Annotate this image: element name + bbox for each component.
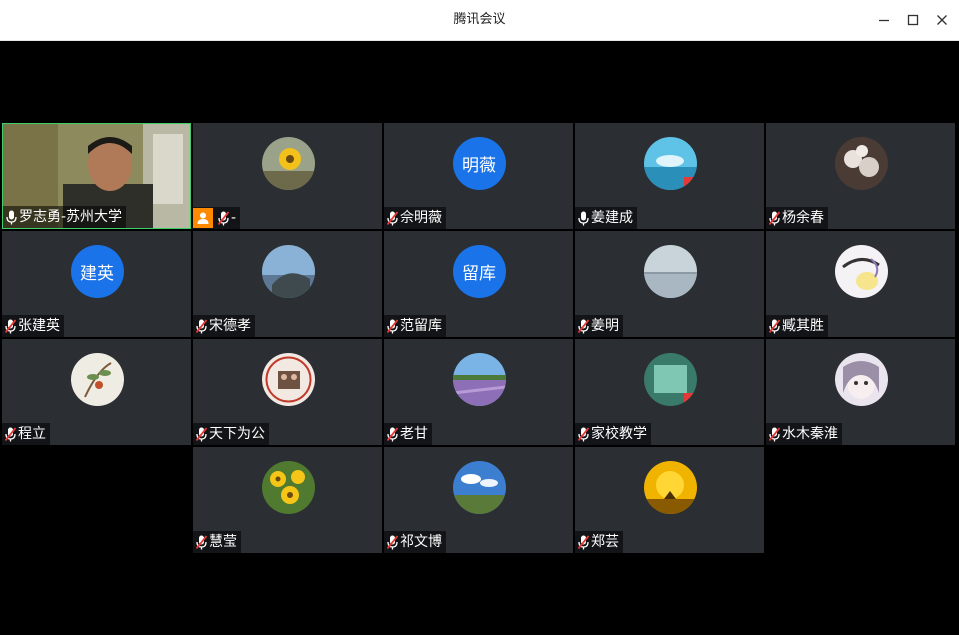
participant-name: 水木秦淮	[782, 426, 838, 442]
participant-tile[interactable]: 姜建成	[575, 123, 764, 229]
participant-avatar	[261, 137, 315, 190]
participant-name: 杨余春	[782, 210, 824, 226]
participant-name: 姜建成	[591, 210, 633, 226]
mic-muted-icon	[576, 317, 591, 335]
participant-name: 郑芸	[591, 534, 619, 550]
mic-muted-icon	[385, 209, 400, 227]
participant-name: 祁文博	[400, 534, 442, 550]
participant-name: 罗志勇-苏州大学	[19, 209, 123, 225]
participant-tile[interactable]: 天下为公	[193, 339, 382, 445]
participant-namebar: 程立	[2, 423, 50, 445]
participant-name: 慧莹	[209, 534, 237, 550]
participant-tile[interactable]: 留库范留库	[384, 231, 573, 337]
participant-namebar: -	[193, 207, 241, 229]
participant-name: 宋德孝	[209, 318, 251, 334]
participant-tile[interactable]: 建英张建英	[2, 231, 191, 337]
participant-tile[interactable]: 慧莹	[193, 447, 382, 553]
participant-name: -	[231, 210, 237, 226]
window-title: 腾讯会议	[453, 12, 506, 27]
mic-muted-icon	[3, 317, 18, 335]
participant-namebar: 天下为公	[193, 423, 269, 445]
participant-tile[interactable]: 杨余春	[766, 123, 955, 229]
participant-avatar	[452, 461, 506, 514]
participant-name: 张建英	[18, 318, 60, 334]
participant-name: 老甘	[400, 426, 428, 442]
participant-avatar	[643, 353, 697, 406]
mic-muted-icon	[385, 533, 400, 551]
participant-tile[interactable]: 姜明	[575, 231, 764, 337]
participant-namebar: 郑芸	[575, 531, 623, 553]
mic-muted-icon	[767, 209, 782, 227]
participant-tile[interactable]: 家校教学	[575, 339, 764, 445]
participant-name: 佘明薇	[400, 210, 442, 226]
participant-namebar: 罗志勇-苏州大学	[3, 206, 127, 228]
participant-namebar: 慧莹	[193, 531, 241, 553]
mic-muted-icon	[385, 425, 400, 443]
participant-tile[interactable]: 明薇佘明薇	[384, 123, 573, 229]
participant-avatar	[834, 245, 888, 298]
mic-muted-icon	[194, 317, 209, 335]
participant-namebar: 臧其胜	[766, 315, 828, 337]
participant-avatar	[261, 353, 315, 406]
participant-namebar: 祁文博	[384, 531, 446, 553]
participant-namebar: 佘明薇	[384, 207, 446, 229]
participant-avatar: 建英	[70, 245, 124, 298]
participant-namebar: 姜建成	[575, 207, 637, 229]
mic-muted-icon	[576, 533, 591, 551]
participant-name: 天下为公	[209, 426, 265, 442]
participant-namebar: 张建英	[2, 315, 64, 337]
participant-tile[interactable]: 老甘	[384, 339, 573, 445]
participant-namebar: 老甘	[384, 423, 432, 445]
participant-avatar: 明薇	[452, 137, 506, 190]
participant-tile[interactable]: 郑芸	[575, 447, 764, 553]
mic-muted-icon	[216, 209, 231, 227]
mic-muted-icon	[767, 425, 782, 443]
minimize-button[interactable]	[874, 10, 894, 30]
participant-tile[interactable]: 罗志勇-苏州大学	[2, 123, 191, 229]
participant-tile[interactable]: 宋德孝	[193, 231, 382, 337]
participant-avatar	[261, 461, 315, 514]
participant-name: 范留库	[400, 318, 442, 334]
participant-avatar	[834, 353, 888, 406]
participant-namebar: 家校教学	[575, 423, 651, 445]
video-grid: 罗志勇-苏州大学 - 明薇 佘明薇 姜建成 杨余春 建英 张建英 宋德孝 留库 范留库 姜明 臧其胜 程立…	[2, 41, 957, 635]
participant-tile[interactable]: 程立	[2, 339, 191, 445]
mic-muted-icon	[194, 533, 209, 551]
participant-tile[interactable]: 祁文博	[384, 447, 573, 553]
participant-name: 程立	[18, 426, 46, 442]
maximize-button[interactable]	[903, 10, 923, 30]
participant-tile[interactable]: -	[193, 123, 382, 229]
participant-name: 家校教学	[591, 426, 647, 442]
host-badge-icon	[193, 208, 213, 228]
mic-muted-icon	[3, 425, 18, 443]
participant-tile[interactable]: 水木秦淮	[766, 339, 955, 445]
participant-namebar: 范留库	[384, 315, 446, 337]
mic-icon	[4, 208, 19, 226]
participant-avatar	[70, 353, 124, 406]
participant-avatar: 留库	[452, 245, 506, 298]
participant-name: 姜明	[591, 318, 619, 334]
title-bar: 腾讯会议	[0, 0, 959, 41]
participant-namebar: 宋德孝	[193, 315, 255, 337]
mic-muted-icon	[767, 317, 782, 335]
mic-icon	[576, 209, 591, 227]
mic-muted-icon	[194, 425, 209, 443]
participant-avatar	[452, 353, 506, 406]
close-button[interactable]	[932, 10, 952, 30]
participant-namebar: 水木秦淮	[766, 423, 842, 445]
participant-avatar	[834, 137, 888, 190]
mic-muted-icon	[385, 317, 400, 335]
participant-namebar: 姜明	[575, 315, 623, 337]
participant-avatar	[261, 245, 315, 298]
participant-name: 臧其胜	[782, 318, 824, 334]
participant-avatar	[643, 245, 697, 298]
participant-avatar	[643, 461, 697, 514]
participant-tile[interactable]: 臧其胜	[766, 231, 955, 337]
mic-muted-icon	[576, 425, 591, 443]
participant-avatar	[643, 137, 697, 190]
participant-namebar: 杨余春	[766, 207, 828, 229]
